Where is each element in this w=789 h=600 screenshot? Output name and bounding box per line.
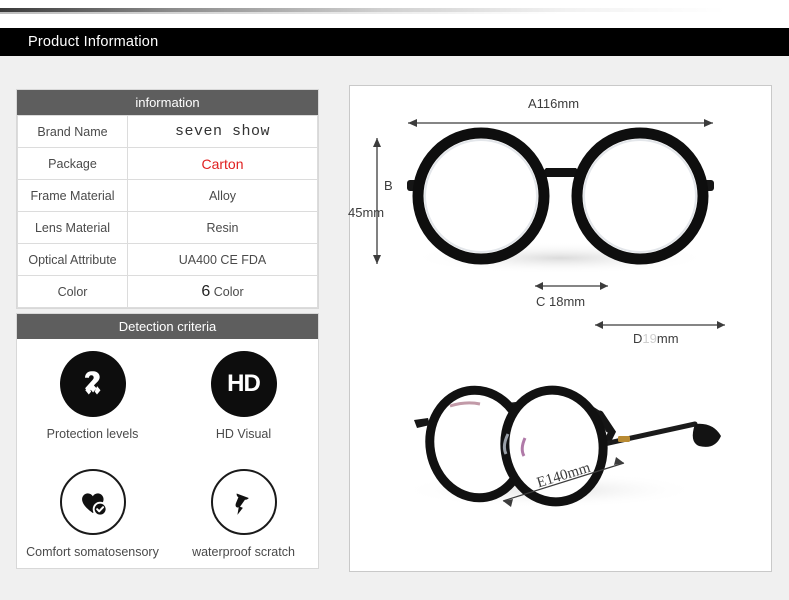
row-key-brand-name: Brand Name bbox=[17, 115, 128, 148]
table-row: Optical Attribute UA400 CE FDA bbox=[17, 243, 318, 276]
criteria-item-comfort-somatosensory: Comfort somatosensory bbox=[17, 469, 168, 559]
criteria-label: waterproof scratch bbox=[192, 545, 295, 559]
hd-icon-text: HD bbox=[227, 370, 261, 397]
table-row: Color 6 Color bbox=[17, 275, 318, 308]
product-information-page: Product Information information Brand Na… bbox=[0, 0, 789, 600]
dimension-d-prefix: D bbox=[633, 331, 643, 346]
row-value-frame-material: Alloy bbox=[127, 179, 318, 212]
detection-criteria-grid: Protection levels HD HD Visual Comfort s… bbox=[17, 339, 318, 570]
row-key-color: Color bbox=[17, 275, 128, 308]
heart-check-icon bbox=[59, 469, 126, 535]
row-value-package: Carton bbox=[127, 147, 318, 180]
hd-icon: HD bbox=[210, 351, 277, 417]
row-key-package: Package bbox=[17, 147, 128, 180]
row-value-color: 6 Color bbox=[127, 275, 318, 308]
row-key-lens-material: Lens Material bbox=[17, 211, 128, 244]
criteria-label: Protection levels bbox=[46, 427, 139, 441]
page-title: Product Information bbox=[28, 34, 159, 50]
information-table: Brand Name seven show Package Carton Fra… bbox=[17, 115, 318, 308]
color-count-value: 6 bbox=[201, 282, 211, 300]
product-front-view: A116mm B 45mm C 18mm D19mm bbox=[348, 86, 771, 356]
row-key-frame-material: Frame Material bbox=[17, 179, 128, 212]
dimension-label-d: D19mm bbox=[633, 331, 679, 346]
dimension-label-b: B bbox=[384, 178, 393, 193]
criteria-label: HD Visual bbox=[215, 427, 272, 441]
dimension-d-number: 19 bbox=[642, 331, 657, 346]
brand-name-value: seven show bbox=[174, 123, 270, 140]
detection-criteria-header: Detection criteria bbox=[17, 314, 318, 339]
dimension-label-c: C 18mm bbox=[536, 294, 586, 309]
information-panel-header: information bbox=[17, 90, 318, 115]
package-value: Carton bbox=[201, 155, 244, 172]
color-word-label: Color bbox=[213, 284, 244, 299]
pushpin-icon bbox=[210, 469, 277, 535]
row-key-optical-attribute: Optical Attribute bbox=[17, 243, 128, 276]
criteria-item-protection-levels: Protection levels bbox=[17, 351, 168, 441]
top-gradient-rule-secondary bbox=[0, 12, 560, 14]
criteria-item-waterproof-scratch: waterproof scratch bbox=[168, 469, 319, 559]
dimension-label-a: A116mm bbox=[528, 96, 580, 111]
criteria-item-hd-visual: HD HD Visual bbox=[168, 351, 319, 441]
product-angled-view: E140mm bbox=[350, 368, 771, 573]
product-image-panel: A116mm B 45mm C 18mm D19mm E140mm bbox=[348, 85, 772, 573]
top-white-strip bbox=[0, 0, 789, 28]
criteria-label: Comfort somatosensory bbox=[26, 545, 159, 559]
information-panel: information Brand Name seven show Packag… bbox=[16, 89, 319, 309]
table-row: Frame Material Alloy bbox=[17, 179, 318, 212]
dimension-d-suffix: mm bbox=[656, 331, 679, 346]
table-row: Lens Material Resin bbox=[17, 211, 318, 244]
row-value-lens-material: Resin bbox=[127, 211, 318, 244]
dimension-label-b-value: 45mm bbox=[348, 205, 385, 220]
row-value-optical-attribute: UA400 CE FDA bbox=[127, 243, 318, 276]
row-value-brand-name: seven show bbox=[127, 115, 318, 148]
detection-criteria-panel: Detection criteria Protection levels HD … bbox=[16, 313, 319, 569]
table-row: Package Carton bbox=[17, 147, 318, 180]
page-header-bar: Product Information bbox=[0, 28, 789, 56]
table-row: Brand Name seven show bbox=[17, 115, 318, 148]
ribbon-icon bbox=[59, 351, 126, 417]
